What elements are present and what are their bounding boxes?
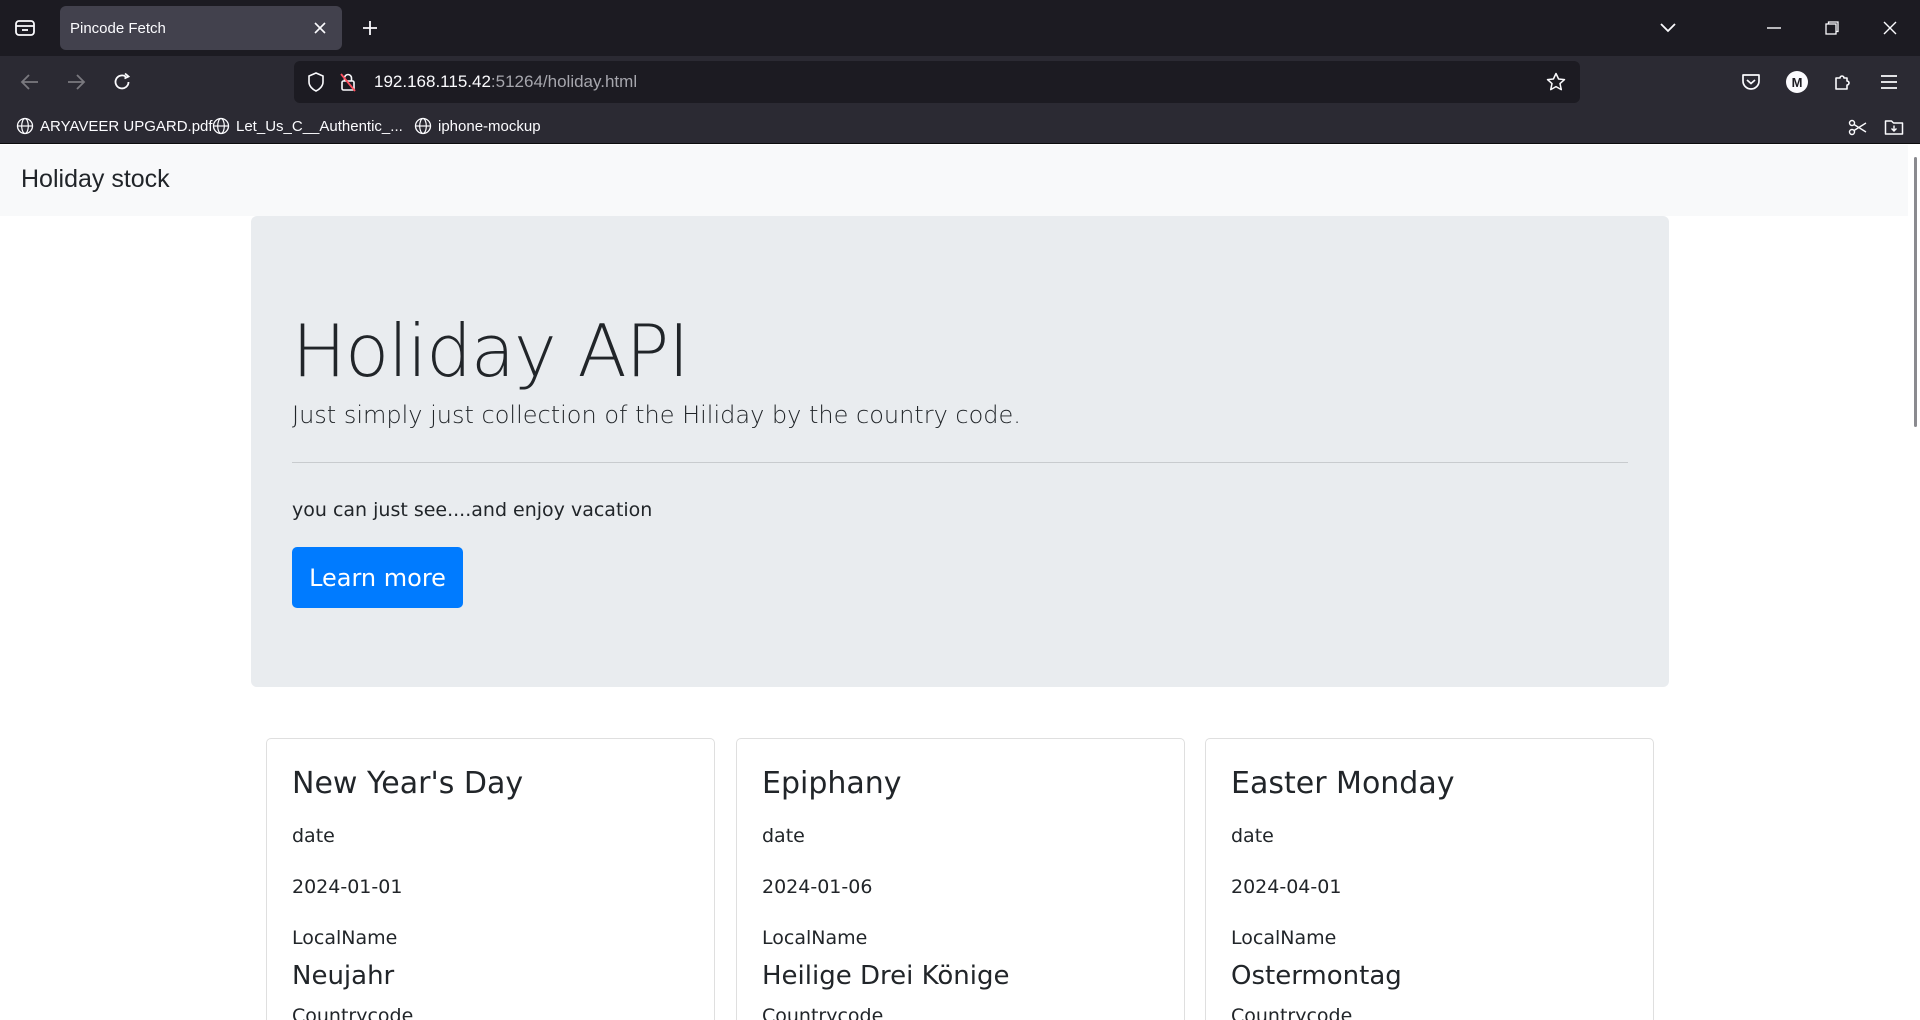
site-navbar: Holiday stock	[0, 145, 1920, 216]
navbar-brand[interactable]: Holiday stock	[21, 165, 170, 194]
close-tab-icon[interactable]	[308, 16, 332, 40]
date-label: date	[1231, 825, 1274, 847]
holiday-card: New Year's Day date 2024-01-01 LocalName…	[266, 738, 715, 1020]
bookmarks-toolbar: ARYAVEER UPGARD.pdf Let_Us_C__Authentic_…	[0, 108, 1920, 144]
bookmark-label: Let_Us_C__Authentic_...	[236, 117, 403, 135]
holiday-card: Easter Monday date 2024-04-01 LocalName …	[1205, 738, 1654, 1020]
page-viewport: Holiday stock Holiday API Just simply ju…	[0, 145, 1920, 1020]
date-label: date	[292, 825, 335, 847]
globe-icon	[16, 117, 34, 135]
learn-more-button[interactable]: Learn more	[292, 547, 463, 608]
holiday-name: Easter Monday	[1231, 766, 1455, 801]
holiday-name: Epiphany	[762, 766, 902, 801]
hero-lead: Just simply just collection of the Hilid…	[292, 401, 1021, 429]
holiday-local-name: Ostermontag	[1231, 961, 1402, 991]
close-window-icon[interactable]	[1870, 8, 1910, 48]
holiday-date: 2024-01-01	[292, 876, 403, 898]
restore-window-icon[interactable]	[1812, 8, 1852, 48]
countrycode-label: Countrycode	[292, 1005, 414, 1020]
account-initial: M	[1786, 71, 1808, 93]
holiday-local-name: Heilige Drei Könige	[762, 961, 1010, 991]
downloads-folder-icon[interactable]	[1881, 114, 1907, 140]
tab-title: Pincode Fetch	[70, 19, 166, 37]
page-scrollbar[interactable]	[1908, 145, 1920, 1020]
browser-toolbar: 192.168.115.42:51264/holiday.html M	[0, 56, 1920, 108]
local-name-label: LocalName	[762, 927, 868, 949]
forward-arrow-icon[interactable]	[58, 64, 94, 100]
bookmark-item[interactable]: ARYAVEER UPGARD.pdf	[16, 114, 213, 138]
bookmark-item[interactable]: iphone-mockup	[414, 114, 541, 138]
shield-icon[interactable]	[304, 70, 328, 94]
browser-tab-active[interactable]: Pincode Fetch	[60, 6, 342, 50]
hero-jumbotron: Holiday API Just simply just collection …	[251, 216, 1669, 687]
holiday-date: 2024-01-06	[762, 876, 873, 898]
account-avatar[interactable]: M	[1779, 64, 1815, 100]
address-bar[interactable]: 192.168.115.42:51264/holiday.html	[294, 61, 1580, 103]
globe-icon	[212, 117, 230, 135]
list-all-tabs-chevron-icon[interactable]	[1648, 8, 1688, 48]
reload-icon[interactable]	[104, 64, 140, 100]
url-path: :51264/holiday.html	[490, 72, 638, 91]
pocket-icon[interactable]	[1733, 64, 1769, 100]
holiday-date: 2024-04-01	[1231, 876, 1342, 898]
new-tab-plus-icon[interactable]	[354, 12, 386, 44]
countrycode-label: Countrycode	[762, 1005, 884, 1020]
hero-divider	[292, 462, 1628, 463]
bookmark-label: ARYAVEER UPGARD.pdf	[40, 117, 213, 135]
extensions-puzzle-icon[interactable]	[1825, 64, 1861, 100]
countrycode-label: Countrycode	[1231, 1005, 1353, 1020]
bookmark-star-icon[interactable]	[1544, 70, 1568, 94]
bookmark-label: iphone-mockup	[438, 117, 541, 135]
hamburger-menu-icon[interactable]	[1871, 64, 1907, 100]
hero-note: you can just see....and enjoy vacation	[292, 499, 653, 521]
screenshot-scissors-icon[interactable]	[1845, 114, 1871, 140]
holiday-local-name: Neujahr	[292, 961, 395, 991]
back-arrow-icon[interactable]	[12, 64, 48, 100]
local-name-label: LocalName	[292, 927, 398, 949]
holiday-card: Epiphany date 2024-01-06 LocalName Heili…	[736, 738, 1185, 1020]
url-text[interactable]: 192.168.115.42:51264/holiday.html	[374, 72, 637, 92]
date-label: date	[762, 825, 805, 847]
tab-overview-icon[interactable]	[8, 12, 42, 44]
url-host: 192.168.115.42	[374, 72, 491, 91]
local-name-label: LocalName	[1231, 927, 1337, 949]
scrollbar-thumb[interactable]	[1914, 157, 1917, 427]
bookmark-item[interactable]: Let_Us_C__Authentic_...	[212, 114, 403, 138]
browser-titlebar: Pincode Fetch	[0, 0, 1920, 56]
minimize-window-icon[interactable]	[1754, 8, 1794, 48]
holiday-name: New Year's Day	[292, 766, 524, 801]
globe-icon	[414, 117, 432, 135]
hero-title: Holiday API	[292, 309, 689, 393]
insecure-lock-icon[interactable]	[336, 70, 360, 94]
